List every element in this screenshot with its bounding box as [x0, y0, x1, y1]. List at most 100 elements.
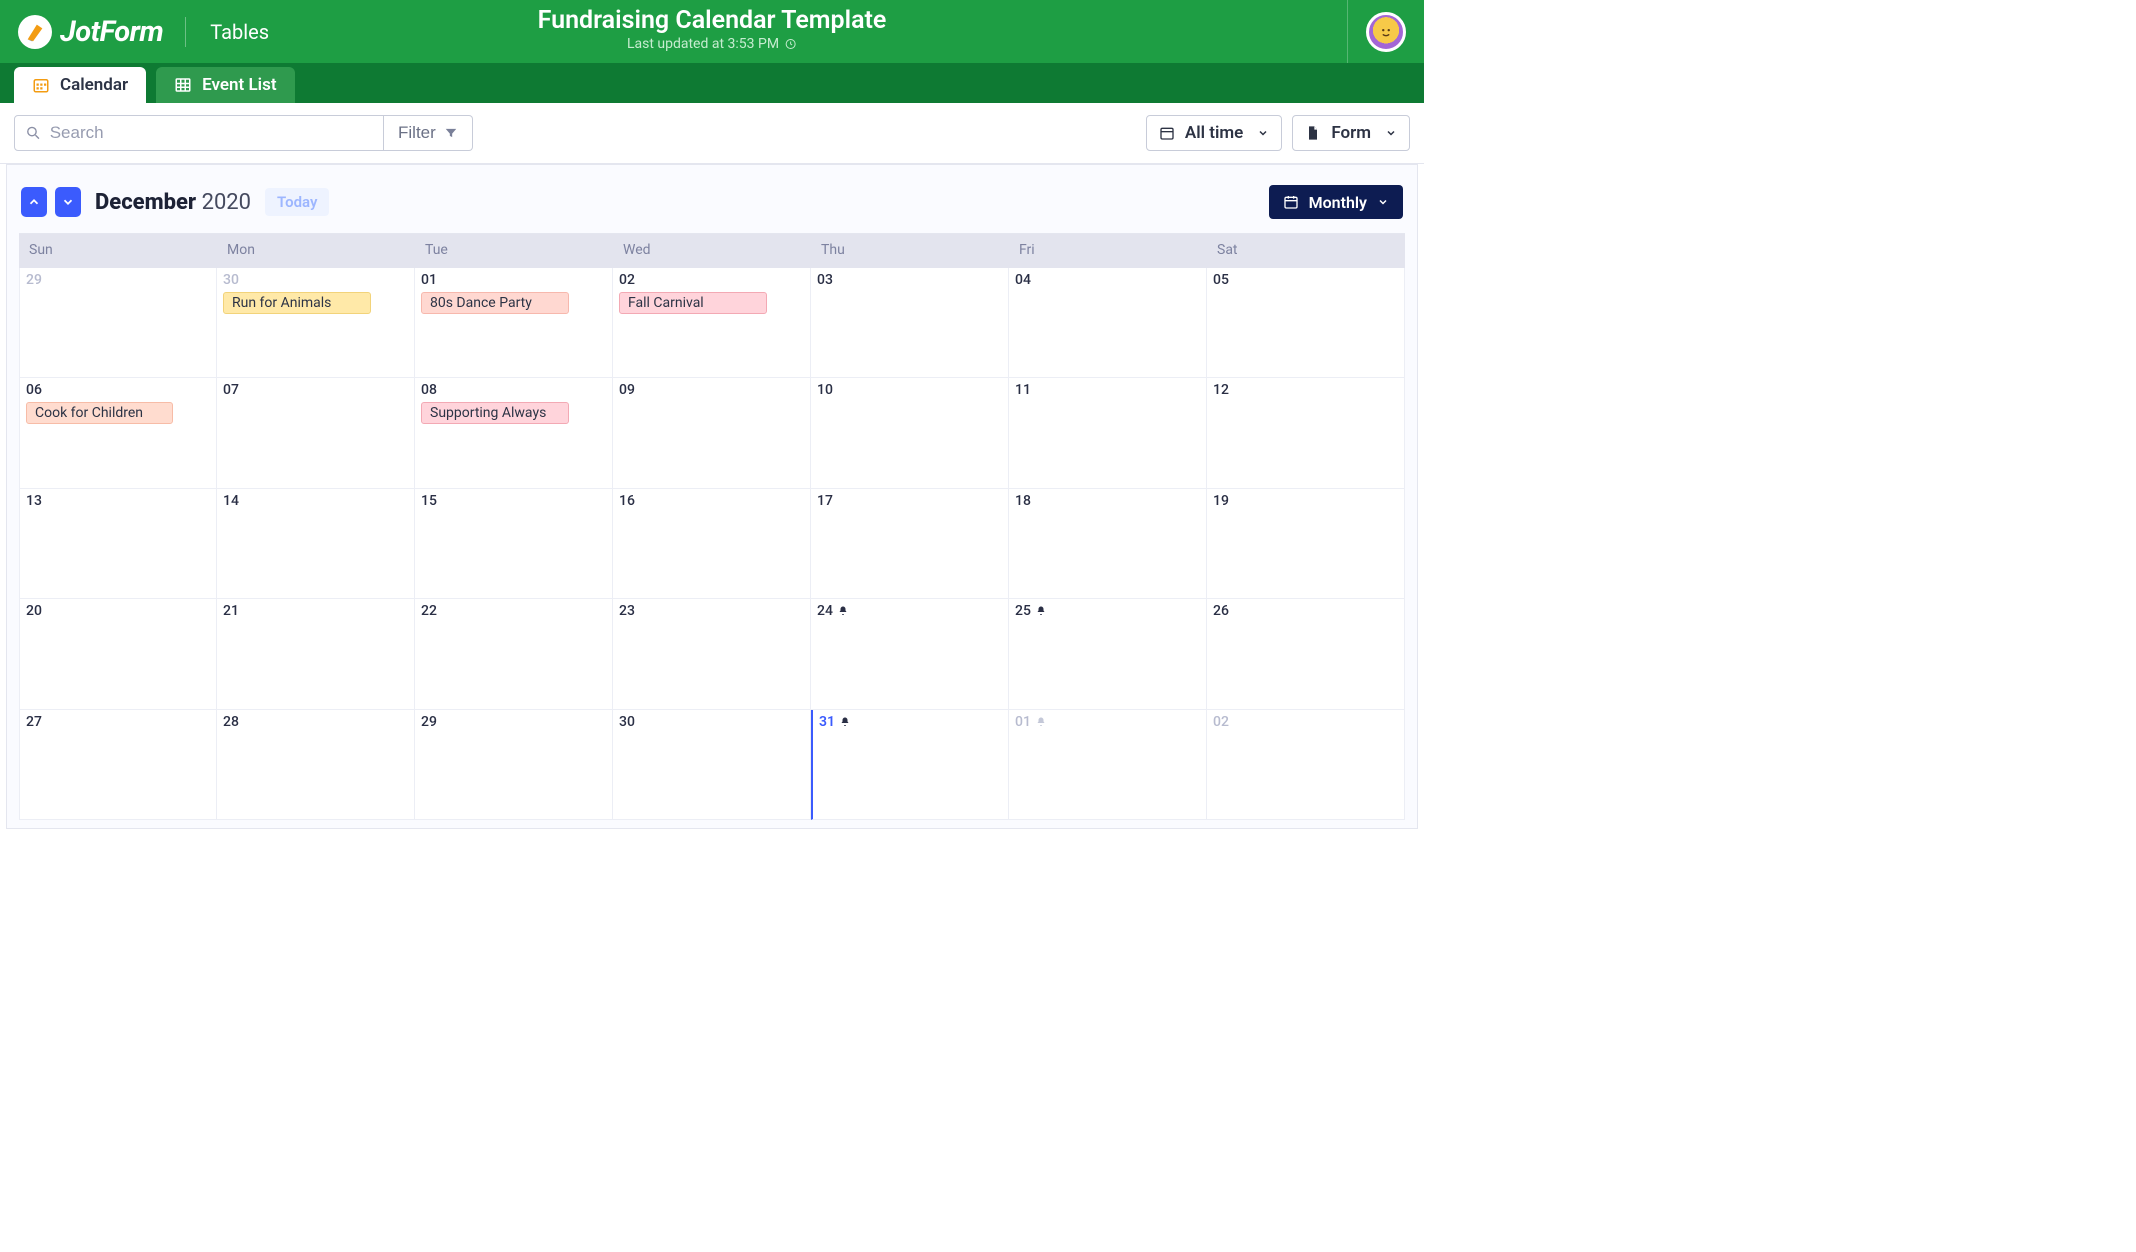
- calendar-grid-icon: [1159, 125, 1175, 141]
- tab-calendar[interactable]: Calendar: [14, 67, 146, 103]
- day-cell[interactable]: 22: [415, 599, 613, 709]
- week-row: 13 1415 16 171819: [19, 489, 1405, 599]
- search-input[interactable]: [50, 123, 373, 143]
- weekday-header: Mon: [217, 234, 415, 268]
- day-cell[interactable]: 29: [19, 268, 217, 378]
- day-cell[interactable]: 24: [811, 599, 1009, 709]
- week-row: 27 28 29 30 31 01 02: [19, 710, 1405, 820]
- document-icon: [1305, 125, 1321, 141]
- brand-section[interactable]: Tables: [210, 20, 269, 44]
- day-cell[interactable]: 25: [1009, 599, 1207, 709]
- day-cell[interactable]: 10: [811, 378, 1009, 488]
- filter-icon: [444, 126, 458, 140]
- calendar-icon: [1283, 194, 1299, 210]
- day-cell[interactable]: 01: [1009, 710, 1207, 820]
- weekday-header: Sat: [1207, 234, 1405, 268]
- day-number: 29: [421, 714, 606, 730]
- day-cell[interactable]: 30 Run for Animals: [217, 268, 415, 378]
- day-cell[interactable]: 08 Supporting Always: [415, 378, 613, 488]
- calendar-grid: SunMonTueWedThuFriSat 2930Run for Animal…: [19, 233, 1405, 820]
- day-cell[interactable]: 16: [613, 489, 811, 599]
- day-number: 12: [1213, 382, 1398, 398]
- view-mode-select[interactable]: Monthly: [1269, 185, 1403, 219]
- chevron-up-icon: [27, 195, 41, 209]
- brand-name: JotForm: [60, 15, 163, 49]
- tab-label: Event List: [202, 75, 276, 95]
- day-cell[interactable]: 18: [1009, 489, 1207, 599]
- day-cell[interactable]: 31: [811, 710, 1009, 820]
- date-range-select[interactable]: All time: [1146, 115, 1282, 151]
- day-cell[interactable]: 02: [1207, 710, 1405, 820]
- calendar-event[interactable]: Supporting Always: [421, 402, 569, 424]
- today-button[interactable]: Today: [265, 188, 329, 216]
- form-select-label: Form: [1331, 123, 1371, 143]
- day-cell[interactable]: 15: [415, 489, 613, 599]
- day-cell[interactable]: 05: [1207, 268, 1405, 378]
- day-number: 16: [619, 493, 804, 509]
- day-cell[interactable]: 12: [1207, 378, 1405, 488]
- chevron-down-icon: [1385, 127, 1397, 139]
- calendar-event[interactable]: Cook for Children: [26, 402, 173, 424]
- day-cell[interactable]: 21: [217, 599, 415, 709]
- day-cell[interactable]: 01 80s Dance Party: [415, 268, 613, 378]
- day-number: 01: [1015, 714, 1200, 730]
- brand: JotForm Tables: [18, 15, 269, 49]
- day-number: 02: [619, 272, 804, 288]
- calendar-event[interactable]: Fall Carnival: [619, 292, 767, 314]
- day-cell[interactable]: 23: [613, 599, 811, 709]
- day-number: 27: [26, 714, 210, 730]
- day-number: 13: [26, 493, 210, 509]
- title-block: Fundraising Calendar Template Last updat…: [538, 6, 887, 52]
- day-cell[interactable]: 19: [1207, 489, 1405, 599]
- weekday-header: Wed: [613, 234, 811, 268]
- form-select[interactable]: Form: [1292, 115, 1410, 151]
- weekday-header: Sun: [19, 234, 217, 268]
- jotform-logo-icon: [18, 15, 52, 49]
- day-cell[interactable]: 26: [1207, 599, 1405, 709]
- day-number: 30: [223, 272, 408, 288]
- day-number: 11: [1015, 382, 1200, 398]
- prev-month-button[interactable]: [21, 187, 47, 217]
- day-cell[interactable]: 27: [19, 710, 217, 820]
- day-number: 08: [421, 382, 606, 398]
- day-cell[interactable]: 09: [613, 378, 811, 488]
- day-cell[interactable]: 30: [613, 710, 811, 820]
- last-updated-text: Last updated at 3:53 PM: [627, 36, 779, 52]
- tab-label: Calendar: [60, 75, 128, 95]
- day-cell[interactable]: 03: [811, 268, 1009, 378]
- date-range-label: All time: [1185, 123, 1243, 143]
- day-number: 09: [619, 382, 804, 398]
- day-number: 31: [819, 714, 1002, 730]
- search-box[interactable]: [14, 115, 384, 151]
- day-cell[interactable]: 06Cook for Children: [19, 378, 217, 488]
- calendar-event[interactable]: 80s Dance Party: [421, 292, 569, 314]
- calendar-panel: December 2020 Today Monthly SunMonTueWed…: [6, 164, 1418, 829]
- day-cell[interactable]: 04: [1009, 268, 1207, 378]
- day-number: 29: [26, 272, 210, 288]
- day-cell[interactable]: 20: [19, 599, 217, 709]
- calendar-event[interactable]: Run for Animals: [223, 292, 371, 314]
- last-updated: Last updated at 3:53 PM: [538, 36, 887, 52]
- day-cell[interactable]: 17: [811, 489, 1009, 599]
- day-cell[interactable]: 07: [217, 378, 415, 488]
- day-cell[interactable]: 29: [415, 710, 613, 820]
- filter-button[interactable]: Filter: [384, 115, 473, 151]
- next-month-button[interactable]: [55, 187, 81, 217]
- day-cell[interactable]: 14: [217, 489, 415, 599]
- day-number: 07: [223, 382, 408, 398]
- day-number: 28: [223, 714, 408, 730]
- chevron-down-icon: [1257, 127, 1269, 139]
- day-cell[interactable]: 02 Fall Carnival: [613, 268, 811, 378]
- day-number: 01: [421, 272, 606, 288]
- weekday-header: Thu: [811, 234, 1009, 268]
- calendar-header: December 2020 Today Monthly: [7, 165, 1417, 233]
- day-cell[interactable]: 11: [1009, 378, 1207, 488]
- weekday-header: Tue: [415, 234, 613, 268]
- avatar[interactable]: [1366, 12, 1406, 52]
- day-cell[interactable]: 28: [217, 710, 415, 820]
- view-tabs: Calendar Event List: [0, 63, 1424, 103]
- day-number: 22: [421, 603, 606, 619]
- day-cell[interactable]: 13: [19, 489, 217, 599]
- tab-event-list[interactable]: Event List: [156, 67, 294, 103]
- grid-icon: [174, 76, 192, 94]
